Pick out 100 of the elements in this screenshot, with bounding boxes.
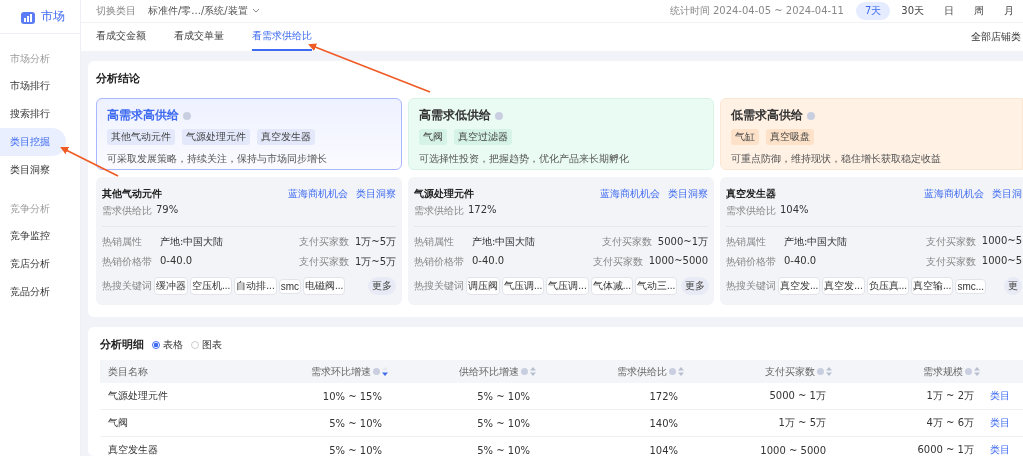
view-tab[interactable]: 看成交单量 bbox=[174, 23, 224, 51]
attribute-value: 0-40.0 bbox=[160, 255, 193, 268]
attribute-label: 热销价格带 bbox=[726, 255, 777, 269]
buyers-label: 支付买家数 bbox=[592, 255, 643, 269]
sidebar-item[interactable]: 竞店分析 bbox=[0, 250, 66, 278]
keyword-chip[interactable]: smc... bbox=[955, 278, 987, 294]
category-tag[interactable]: 真空吸盘 bbox=[766, 129, 814, 145]
quadrant-card[interactable]: 高需求低供给 气阀 真空过滤器 可选择性投资，把握趋势，优化产品来长期孵化 bbox=[408, 98, 714, 170]
period-tab[interactable]: 月 bbox=[995, 2, 1023, 20]
buyers-value: 5000~1万 bbox=[657, 235, 708, 249]
quadrant-description: 可选择性投资，把握趋势，优化产品来长期孵化 bbox=[419, 152, 630, 166]
attribute-label: 热销属性 bbox=[414, 235, 455, 249]
buyers-label: 支付买家数 bbox=[925, 235, 976, 249]
row-link[interactable]: 类目 bbox=[990, 390, 1010, 401]
quadrant-title: 高需求低供给 bbox=[419, 107, 491, 124]
info-icon bbox=[807, 111, 815, 120]
store-type-filter[interactable]: 全部店铺类 bbox=[971, 30, 1021, 44]
quadrant-title: 低需求高供给 bbox=[731, 107, 803, 124]
attribute-value: 产地:中国大陆 bbox=[784, 235, 848, 249]
sidebar-item[interactable]: 竞品分析 bbox=[0, 278, 66, 306]
period-tab[interactable]: 日 bbox=[935, 2, 963, 20]
attribute-label: 热销属性 bbox=[726, 235, 767, 249]
buyers-label: 支付买家数 bbox=[298, 255, 349, 269]
radio-button[interactable] bbox=[152, 340, 160, 349]
category-link[interactable]: 类目洞 bbox=[992, 187, 1022, 201]
category-tag[interactable]: 其他气动元件 bbox=[107, 129, 175, 145]
period-tab[interactable]: 30天 bbox=[892, 2, 933, 20]
keyword-chip[interactable]: 自动排... bbox=[234, 277, 277, 295]
column-title: 支付买家数 bbox=[765, 364, 815, 379]
more-button[interactable]: 更多 bbox=[368, 277, 396, 295]
attribute-label: 热销价格带 bbox=[102, 255, 153, 269]
table-cell: 5% ~ 10% bbox=[248, 436, 396, 456]
table-cell: 5% ~ 10% bbox=[396, 436, 544, 456]
category-link[interactable]: 类目洞察 bbox=[668, 187, 708, 201]
table-cell: 5% ~ 10% bbox=[396, 383, 544, 410]
keyword-chip[interactable]: 气压调... bbox=[546, 277, 589, 295]
section-title: 竞争分析 bbox=[9, 202, 51, 216]
row-link[interactable]: 类目 bbox=[990, 417, 1010, 428]
sidebar-item[interactable]: 竞争监控 bbox=[0, 222, 66, 250]
period-tab[interactable]: 7天 bbox=[855, 2, 891, 20]
buyers-value: 1万~5万 bbox=[354, 255, 396, 269]
ratio-value: 79% bbox=[156, 204, 179, 217]
buyers-label: 支付买家数 bbox=[925, 255, 976, 269]
sidebar-item[interactable]: 类目挖掘 bbox=[0, 128, 66, 156]
section-title: 市场分析 bbox=[9, 52, 51, 66]
sort-icon[interactable] bbox=[382, 367, 388, 376]
attribute-label: 热销价格带 bbox=[414, 255, 465, 269]
period-tab[interactable]: 周 bbox=[965, 2, 993, 20]
category-tag[interactable]: 气源处理元件 bbox=[182, 129, 250, 145]
keyword-chip[interactable]: 电磁阀... bbox=[303, 277, 346, 295]
column-title: 需求供给比 bbox=[617, 364, 667, 379]
ratio-value: 104% bbox=[780, 204, 809, 217]
keyword-chip[interactable]: 真空输... bbox=[911, 277, 954, 295]
more-button[interactable]: 更多 bbox=[681, 277, 710, 295]
category-tag[interactable]: 真空过滤器 bbox=[454, 129, 512, 145]
keyword-chip[interactable]: smc bbox=[278, 278, 302, 294]
keyword-chip[interactable]: 缓冲器 bbox=[154, 277, 188, 295]
info-icon bbox=[373, 368, 380, 375]
keyword-chip[interactable]: 真空发... bbox=[778, 277, 821, 295]
view-tab[interactable]: 看成交金额 bbox=[96, 23, 146, 51]
attribute-value: 产地:中国大陆 bbox=[472, 235, 536, 249]
table-cell: 1万 ~ 5万 bbox=[692, 409, 840, 437]
category-tag[interactable]: 气阀 bbox=[419, 129, 447, 145]
row-link[interactable]: 类目 bbox=[990, 444, 1010, 455]
sidebar-item[interactable]: 类目洞察 bbox=[0, 156, 66, 184]
attribute-value: 0-40.0 bbox=[472, 255, 505, 268]
category-link[interactable]: 蓝海商机机会 bbox=[924, 187, 984, 201]
keyword-chip[interactable]: 气体减... bbox=[590, 277, 634, 295]
category-name: 真空发生器 bbox=[726, 187, 776, 201]
table-cell: 10% ~ 15% bbox=[248, 383, 396, 410]
chevron-down-icon bbox=[251, 8, 260, 14]
info-icon bbox=[521, 368, 528, 375]
category-tag[interactable]: 真空发生器 bbox=[257, 129, 315, 145]
column-title: 需求环比增速 bbox=[311, 364, 371, 379]
sidebar-item[interactable]: 搜索排行 bbox=[0, 100, 66, 128]
keyword-chip[interactable]: 空压机... bbox=[190, 277, 233, 295]
column-header[interactable]: 类目名称 bbox=[108, 364, 148, 379]
quadrant-description: 可重点防御，维持现状，稳住增长获取稳定收益 bbox=[731, 152, 942, 166]
buyers-label: 支付买家数 bbox=[298, 235, 349, 249]
quadrant-card[interactable]: 低需求高供给 气缸 真空吸盘 可重点防御，维持现状，稳住增长获取稳定收益 bbox=[720, 98, 1023, 170]
ratio-value: 172% bbox=[468, 204, 497, 217]
info-icon bbox=[669, 368, 676, 375]
info-icon bbox=[495, 111, 503, 120]
category-dropdown[interactable]: 标准件/零.../系统/装置 bbox=[148, 4, 260, 18]
more-button[interactable]: 更 bbox=[1004, 277, 1022, 295]
column-title: 供给环比增速 bbox=[459, 364, 519, 379]
keyword-chip[interactable]: 真空发... bbox=[822, 277, 865, 295]
table-cell: 5000 ~ 1万 bbox=[692, 383, 840, 410]
sidebar-item[interactable]: 市场排行 bbox=[0, 72, 66, 100]
radio-button[interactable] bbox=[191, 340, 199, 349]
category-link[interactable]: 蓝海商机机会 bbox=[600, 187, 660, 201]
quadrant-card[interactable]: 高需求高供给 其他气动元件 气源处理元件 真空发生器 可采取发展策略，持续关注，保持与市场同步增长 bbox=[96, 98, 402, 170]
category-tag[interactable]: 气缸 bbox=[731, 129, 759, 145]
quadrant-description: 可采取发展策略，持续关注，保持与市场同步增长 bbox=[107, 152, 328, 166]
keyword-chip[interactable]: 负压真... bbox=[866, 277, 910, 295]
keyword-chip[interactable]: 调压阀 bbox=[466, 277, 500, 295]
keyword-chip[interactable]: 气压调... bbox=[502, 277, 545, 295]
category-link[interactable]: 类目洞察 bbox=[356, 187, 396, 201]
keyword-chip[interactable]: 气动三... bbox=[635, 277, 678, 295]
category-link[interactable]: 蓝海商机机会 bbox=[288, 187, 348, 201]
